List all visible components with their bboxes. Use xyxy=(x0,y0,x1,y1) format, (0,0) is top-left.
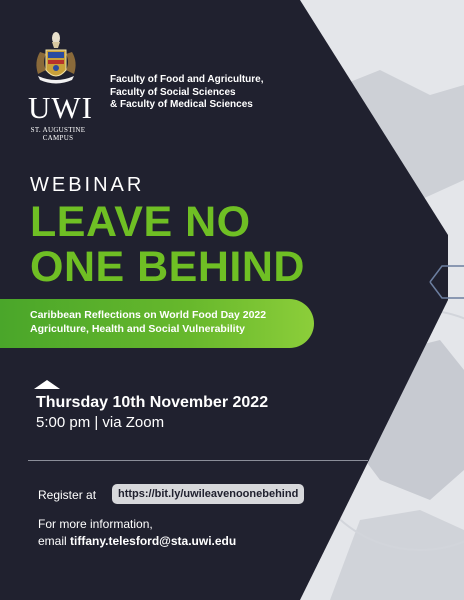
divider xyxy=(28,460,368,461)
campus-line1: ST. AUGUSTINE xyxy=(30,126,86,134)
info-text: For more information, xyxy=(38,517,153,531)
contact-email-link[interactable]: tiffany.telesford@sta.uwi.edu xyxy=(70,534,236,548)
title-line1: LEAVE NO xyxy=(30,198,251,246)
triangle-marker-icon xyxy=(34,380,60,389)
uwi-wordmark: UWI xyxy=(28,90,93,125)
registration-link[interactable]: https://bit.ly/uwileavenoonebehind xyxy=(112,484,305,504)
subtitle-banner: Caribbean Reflections on World Food Day … xyxy=(0,299,314,348)
event-date: Thursday 10th November 2022 xyxy=(36,394,269,411)
event-type-label: WEBINAR xyxy=(30,174,145,196)
chevron-outline-icon xyxy=(429,265,464,299)
crest-icon xyxy=(36,32,76,84)
campus-label: ST. AUGUSTINE CAMPUS xyxy=(27,126,89,142)
event-title: LEAVE NO ONE BEHIND xyxy=(30,200,305,290)
email-prefix: email xyxy=(38,534,67,548)
register-label: Register at xyxy=(38,488,97,502)
faculty-line: Faculty of Social Sciences xyxy=(110,86,236,98)
faculty-line: Faculty of Food and Agriculture, xyxy=(110,74,264,85)
title-line2: ONE BEHIND xyxy=(30,243,305,291)
subtitle-line1: Caribbean Reflections on World Food Day … xyxy=(30,309,267,321)
campus-line2: CAMPUS xyxy=(42,134,74,142)
contact-line: email tiffany.telesford@sta.uwi.edu xyxy=(38,534,236,548)
uwi-crest-logo xyxy=(26,30,86,92)
event-time: 5:00 pm | via Zoom xyxy=(36,414,165,431)
faculty-line: & Faculty of Medical Sciences xyxy=(110,99,253,110)
faculties-list: Faculty of Food and Agriculture, Faculty… xyxy=(110,74,264,112)
webinar-poster: UWI ST. AUGUSTINE CAMPUS Faculty of Food… xyxy=(0,0,464,600)
subtitle-line2: Agriculture, Health and Social Vulnerabi… xyxy=(30,323,245,335)
